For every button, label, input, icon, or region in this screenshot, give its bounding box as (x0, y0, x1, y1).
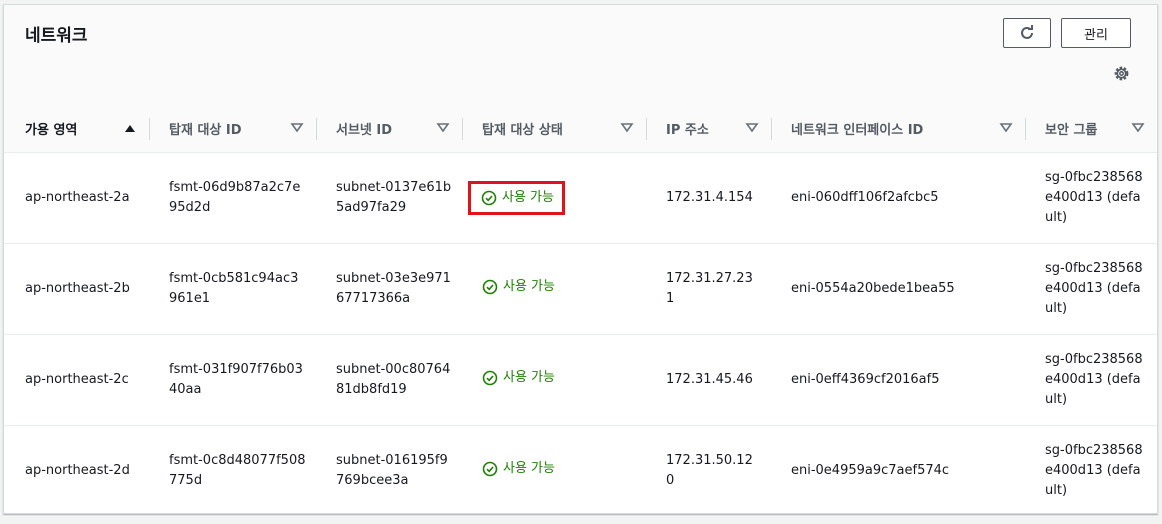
check-circle-icon (482, 461, 498, 476)
sort-caret-down-icon (1131, 123, 1145, 133)
table-header-row: 가용 영역 탑재 대상 ID 서브넷 ID 탑재 대상 상태 IP 주소 네트워… (4, 104, 1157, 153)
cell-mount-target-id: fsmt-0c8d48077f508775d (169, 453, 306, 488)
sort-caret-down-icon (620, 123, 634, 133)
cell-security-group: sg-0fbc238568e400d13 (default) (1025, 334, 1157, 426)
status-text: 사용 가능 (503, 278, 555, 294)
cell-ip-address: 172.31.4.154 (646, 152, 771, 244)
gear-icon (1114, 66, 1128, 80)
refresh-icon (1021, 25, 1033, 39)
mount-targets-table: 가용 영역 탑재 대상 ID 서브넷 ID 탑재 대상 상태 IP 주소 네트워… (4, 104, 1157, 516)
cell-availability-zone: ap-northeast-2a (4, 152, 149, 244)
column-header-mount-target-status[interactable]: 탑재 대상 상태 (462, 104, 646, 153)
cell-status: 사용 가능 (462, 243, 646, 335)
status-text: 사용 가능 (503, 460, 555, 476)
sort-caret-down-icon (436, 123, 450, 133)
refresh-button[interactable] (1003, 18, 1051, 48)
network-panel: 네트워크 관리 가용 영역 탑재 대상 ID 서브넷 ID 탑재 대상 상태 I… (3, 4, 1158, 514)
column-label: IP 주소 (666, 122, 709, 138)
cell-security-group: sg-0fbc238568e400d13 (default) (1025, 152, 1157, 244)
column-header-ip-address[interactable]: IP 주소 (646, 104, 771, 153)
check-circle-icon (482, 370, 498, 385)
cell-status: 사용 가능 (462, 334, 646, 426)
sort-caret-down-icon (290, 123, 304, 133)
column-label: 탑재 대상 ID (169, 122, 242, 138)
column-header-mount-target-id[interactable]: 탑재 대상 ID (149, 104, 316, 153)
cell-subnet-id: subnet-03e3e97167717366a (316, 243, 462, 335)
panel-header: 네트워크 관리 (4, 5, 1157, 105)
cell-mount-target-id: fsmt-0cb581c94ac3961e1 (149, 243, 316, 335)
table-row: ap-northeast-2d fsmt-0c8d48077f508775d s… (4, 426, 1157, 517)
cell-security-group: sg-0fbc238568e400d13 (default) (1045, 443, 1143, 498)
column-header-security-group[interactable]: 보안 그룹 (1025, 104, 1157, 153)
sort-caret-down-icon (745, 123, 759, 133)
cell-subnet-id: subnet-016195f9769bcee3a (336, 453, 448, 488)
status-indicator: 사용 가능 (481, 188, 554, 208)
status-text: 사용 가능 (502, 190, 554, 205)
column-label: 보안 그룹 (1045, 122, 1098, 138)
cell-ip-address: 172.31.50.120 (666, 453, 753, 488)
cell-subnet-id: subnet-00c8076481db8fd19 (316, 334, 462, 426)
status-text: 사용 가능 (503, 369, 555, 385)
settings-button[interactable] (1112, 64, 1130, 82)
column-label: 가용 영역 (25, 122, 78, 138)
cell-availability-zone: ap-northeast-2b (4, 243, 149, 335)
table-row: ap-northeast-2b fsmt-0cb581c94ac3961e1 s… (4, 243, 1157, 335)
status-indicator: 사용 가능 (482, 277, 555, 297)
cell-availability-zone: ap-northeast-2d (25, 463, 130, 478)
column-label: 네트워크 인터페이스 ID (791, 122, 924, 138)
cell-ip-address: 172.31.27.231 (646, 243, 771, 335)
cell-status: 사용 가능 (462, 152, 646, 244)
cell-mount-target-id: fsmt-031f907f76b0340aa (149, 334, 316, 426)
table-row: ap-northeast-2c fsmt-031f907f76b0340aa s… (4, 334, 1157, 426)
sort-ascending-icon (125, 125, 135, 132)
table-row: ap-northeast-2a fsmt-06d9b87a2c7e95d2d s… (4, 152, 1157, 244)
cell-status: 사용 가능 (462, 426, 646, 517)
cell-network-interface-id: eni-060dff106f2afcbc5 (771, 152, 1025, 244)
column-label: 서브넷 ID (336, 122, 393, 138)
cell-network-interface-id: eni-0eff4369cf2016af5 (771, 334, 1025, 426)
cell-mount-target-id: fsmt-06d9b87a2c7e95d2d (149, 152, 316, 244)
cell-availability-zone: ap-northeast-2c (4, 334, 149, 426)
column-header-network-interface-id[interactable]: 네트워크 인터페이스 ID (771, 104, 1025, 153)
status-indicator: 사용 가능 (482, 368, 555, 388)
cell-network-interface-id: eni-0554a20bede1bea55 (771, 243, 1025, 335)
highlight-box: 사용 가능 (468, 181, 565, 215)
sort-caret-down-icon (999, 123, 1013, 133)
column-header-subnet-id[interactable]: 서브넷 ID (316, 104, 462, 153)
cell-network-interface-id: eni-0e4959a9c7aef574c (791, 463, 950, 478)
cell-security-group: sg-0fbc238568e400d13 (default) (1025, 243, 1157, 335)
cell-ip-address: 172.31.45.46 (646, 334, 771, 426)
status-indicator: 사용 가능 (482, 459, 555, 479)
panel-title: 네트워크 (25, 26, 88, 46)
column-header-availability-zone[interactable]: 가용 영역 (4, 104, 149, 153)
column-label: 탑재 대상 상태 (482, 122, 563, 138)
manage-button[interactable]: 관리 (1061, 18, 1131, 48)
check-circle-icon (481, 190, 497, 206)
check-circle-icon (482, 279, 498, 294)
cell-subnet-id: subnet-0137e61b5ad97fa29 (316, 152, 462, 244)
